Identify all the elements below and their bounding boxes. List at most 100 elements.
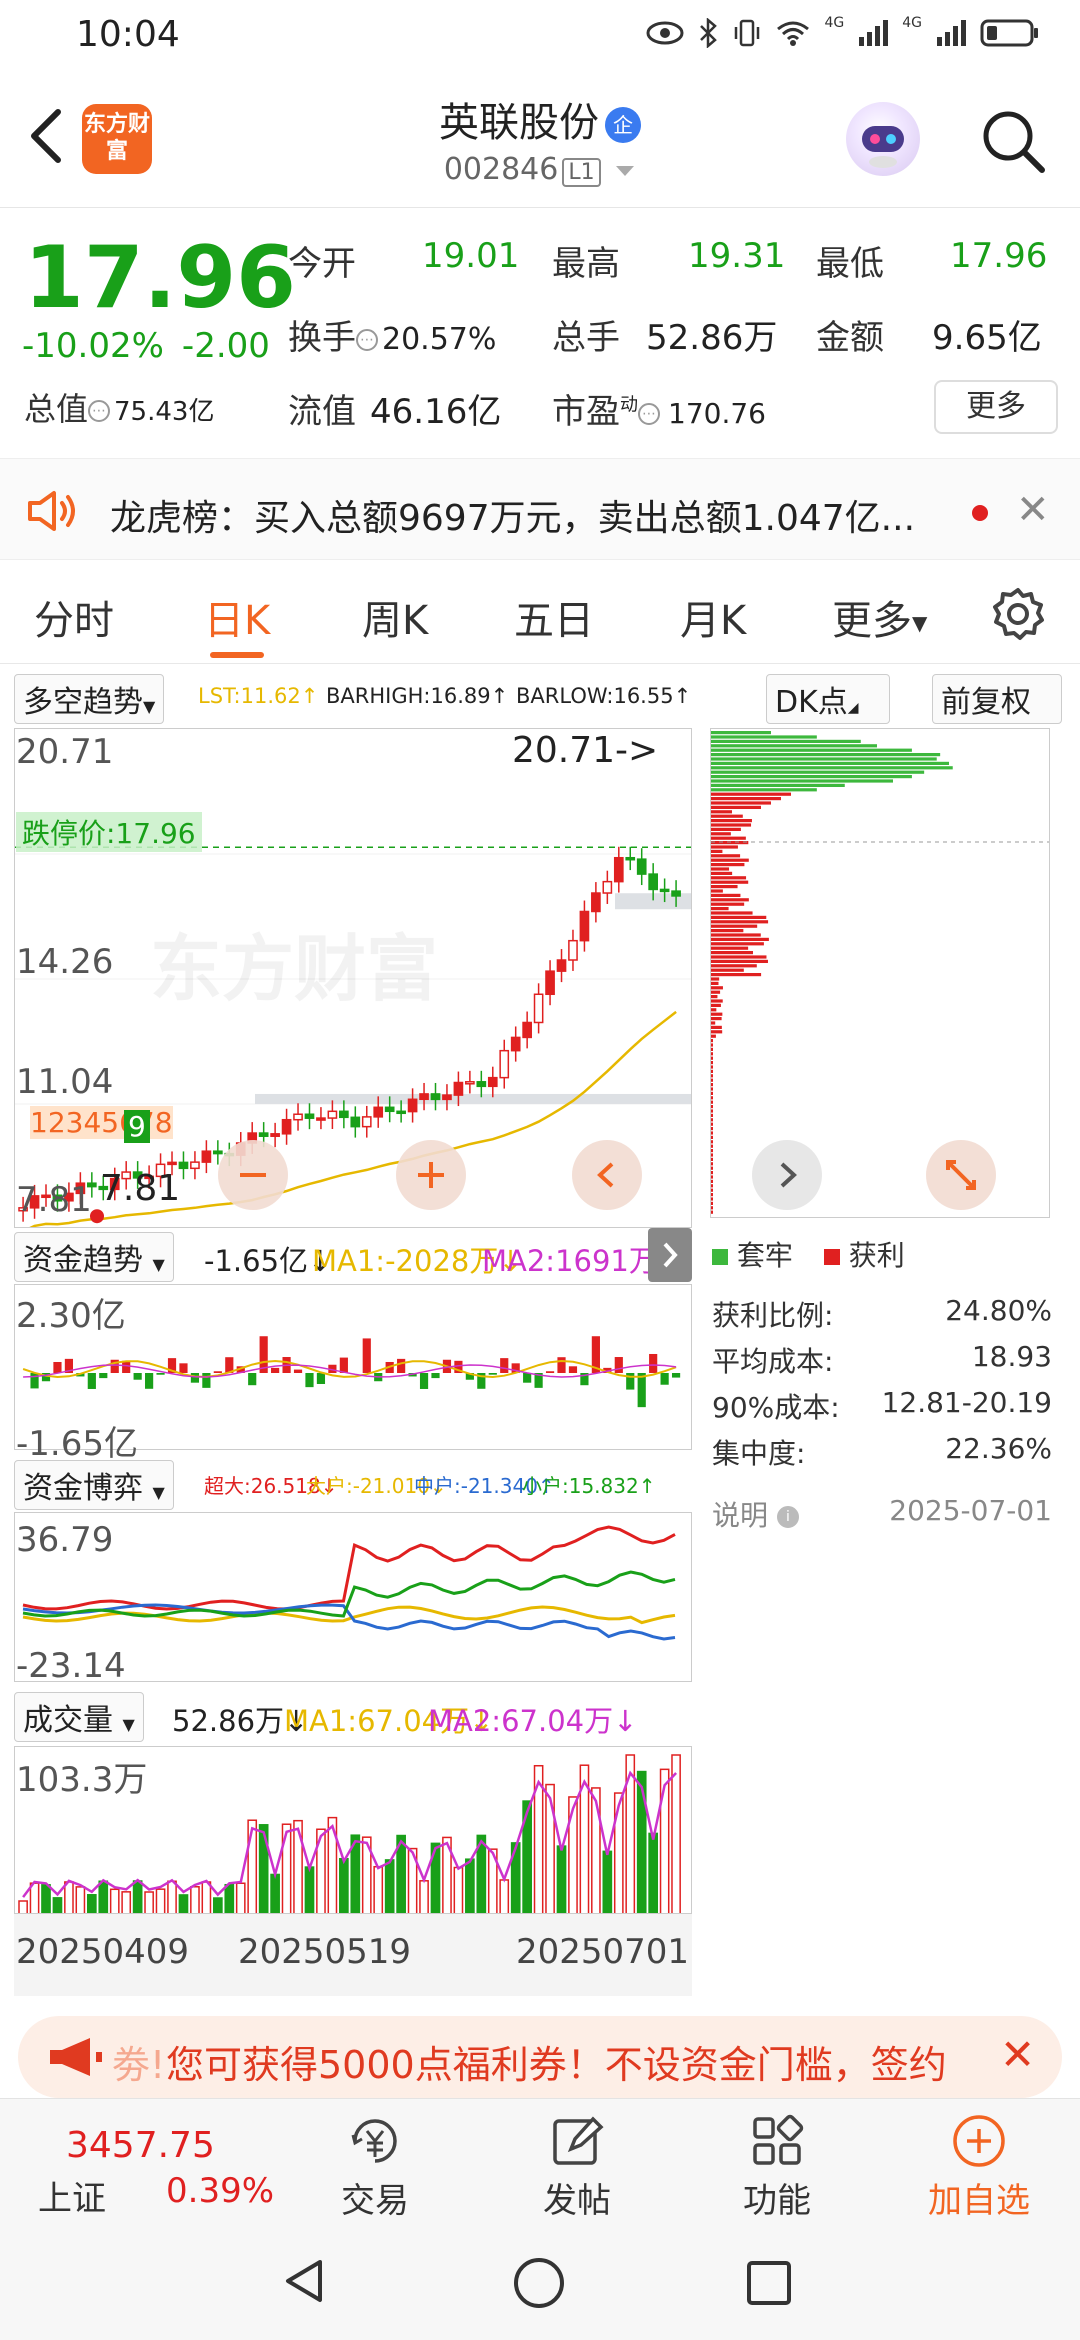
fund-trend-select[interactable]: 资金趋势 ▼ [14,1232,174,1282]
axis-label-low: 11.04 [16,1062,114,1102]
chip-note-row[interactable]: 说明 i 2025-07-01 [712,1494,1052,1534]
nav-functions-label: 功能 [743,2181,811,2221]
tab-intraday[interactable]: 分时 [34,588,114,646]
status-time: 10:04 [76,14,180,55]
chip-bar [711,1074,713,1078]
volume-bar [212,1897,223,1913]
scroll-left-button[interactable] [572,1140,642,1210]
low-marker: 7.81 [100,1168,181,1209]
index-widget[interactable]: 3457.75 上证 0.39% [0,2099,280,2223]
chip-bar [711,990,721,994]
amount-label: 金额 [816,318,884,358]
tab-daily-k[interactable]: 日K [204,588,270,646]
fund-bar [87,1373,96,1389]
axis-label-bottom: 7.81 [16,1180,92,1220]
enterprise-badge: 企 [605,107,641,143]
chip-bar [711,1034,716,1038]
chip-bar [711,871,733,875]
fund-bar [488,1373,497,1375]
corner-triangle-icon: ◢ [847,700,859,716]
volume-ma2: MA2:67.04万↓ [428,1704,638,1738]
close-icon[interactable]: ✕ [1000,2030,1035,2079]
candle [499,1049,510,1079]
candle [339,1110,349,1119]
chip-stat-row: 90%成本: 12.81-20.19 [712,1386,1052,1426]
nav-add-watchlist[interactable]: 加自选 [904,2099,1054,2223]
chip-bar [711,805,761,809]
dk-point-button[interactable]: DK点◢ [766,674,890,724]
nav-add-watchlist-label: 加自选 [928,2181,1030,2221]
robot-icon [862,126,904,168]
nav-post[interactable]: 发帖 [502,2099,652,2223]
signal-label-1: 4G [824,15,845,31]
scroll-right-button[interactable] [752,1140,822,1210]
more-button[interactable]: 更多 [934,380,1058,434]
chip-bar [711,867,730,871]
zoom-out-button[interactable] [218,1140,288,1210]
expand-button[interactable] [926,1140,996,1210]
chip-bar [711,858,749,862]
axis-label-mid: 14.26 [16,942,114,982]
indicator-select[interactable]: 多空趋势▼ [14,674,165,724]
robot-avatar[interactable] [846,102,920,176]
chip-bar [711,1210,713,1214]
quote-total-value[interactable]: 总值 ⋯ 75.43亿 [24,384,214,430]
chip-bar [711,797,781,801]
zoom-in-button[interactable] [396,1140,466,1210]
volume-bar [52,1897,63,1913]
volume-bar [121,1891,132,1913]
system-recents-icon[interactable] [744,2258,794,2308]
nav-functions[interactable]: 功能 [702,2099,852,2223]
tab-weekly-k[interactable]: 周K [362,588,428,646]
turnover-cell[interactable]: 换手 ⋯ 20.57% [288,310,496,359]
close-icon[interactable]: ✕ [1016,487,1050,533]
chip-bar [711,783,845,787]
volume-bar [648,1832,659,1913]
adjust-button[interactable]: 前复权 [932,674,1062,724]
volume-bar [98,1880,109,1913]
volume-bar [178,1894,189,1913]
chip-bar [711,845,738,849]
system-home-icon[interactable] [512,2256,566,2310]
fund-bar [660,1373,669,1385]
mktcap-value: 75.43亿 [114,397,215,427]
chip-bar [711,854,741,858]
tab-more[interactable]: 更多▼ [832,588,927,646]
tab-monthly-k[interactable]: 月K [680,588,746,646]
system-back-icon[interactable] [280,2256,330,2306]
chip-bar [711,1003,721,1007]
expand-side-button[interactable] [648,1228,692,1282]
chip-stat-value: 24.80% [945,1294,1052,1327]
candle [671,890,681,897]
candle [361,1116,372,1128]
nav-trade[interactable]: 交易 [300,2099,450,2223]
fund-game-select[interactable]: 资金博弈 ▼ [14,1460,174,1510]
tab-five-day[interactable]: 五日 [514,588,594,646]
chip-bar [711,731,771,735]
grid-apps-icon [753,2114,804,2165]
search-icon[interactable] [978,106,1048,176]
chip-bar [711,1083,713,1087]
promo-banner[interactable]: 劵! 您可获得5000点福利券！不设资金门槛，签约 ✕ [18,2016,1062,2098]
pe-cell[interactable]: 市盈动 ⋯ 170.76 [552,384,766,433]
chip-bar [711,1206,713,1210]
date-label: 20250701 [516,1932,690,1972]
volume-select[interactable]: 成交量 ▼ [14,1692,144,1742]
volume-bar [18,1900,28,1913]
legend-profit-swatch [823,1249,840,1265]
system-nav-bar [0,2222,1080,2340]
chip-bar [711,1175,713,1179]
volume-bar [304,1866,315,1913]
chip-bar [711,1144,713,1148]
settings-gear-icon[interactable] [990,586,1046,642]
fund-bar [202,1373,211,1388]
candle [613,856,624,883]
dragon-tiger-ticker[interactable]: 龙虎榜：买入总额9697万元，卖出总额1.047亿... ✕ [0,458,1080,560]
trade-yen-icon [351,2119,397,2163]
dk-label: DK点 [775,685,848,720]
promo-text: 您可获得5000点福利券！不设资金门槛，签约 [166,2043,947,2087]
vibrate-icon [735,19,760,47]
chip-bar [711,959,768,963]
open-value: 19.01 [422,236,520,276]
chip-bar [711,1149,713,1153]
